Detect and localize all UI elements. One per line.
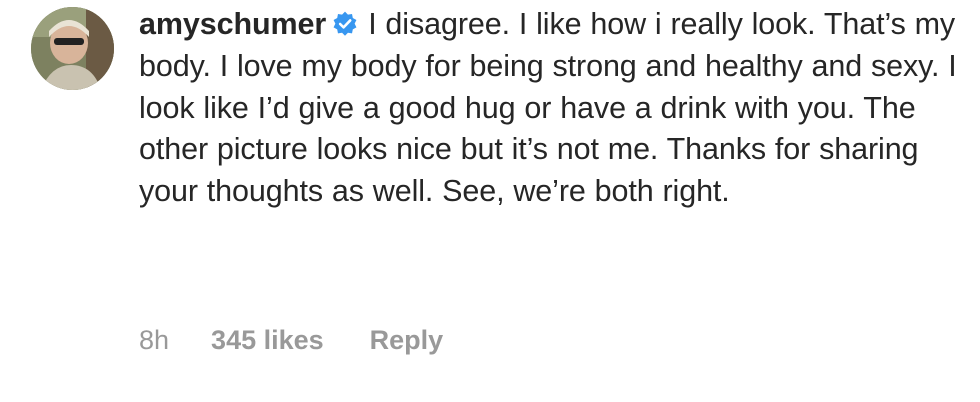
username[interactable]: amyschumer [139,7,326,41]
comment-timestamp: 8h [139,325,170,355]
comment-body: amyschumer I disagree. I like how i reall… [139,4,969,213]
comment-meta: 8h 345 likes Reply [139,325,443,356]
comment-text-block: amyschumer I disagree. I like how i reall… [139,4,969,213]
likes-count-link[interactable]: 345 likes [211,325,324,356]
avatar-photo [31,7,114,90]
verified-badge-icon [333,11,357,36]
reply-button[interactable]: Reply [370,325,444,356]
comment: amyschumer I disagree. I like how i reall… [0,0,980,402]
avatar[interactable] [31,7,114,90]
